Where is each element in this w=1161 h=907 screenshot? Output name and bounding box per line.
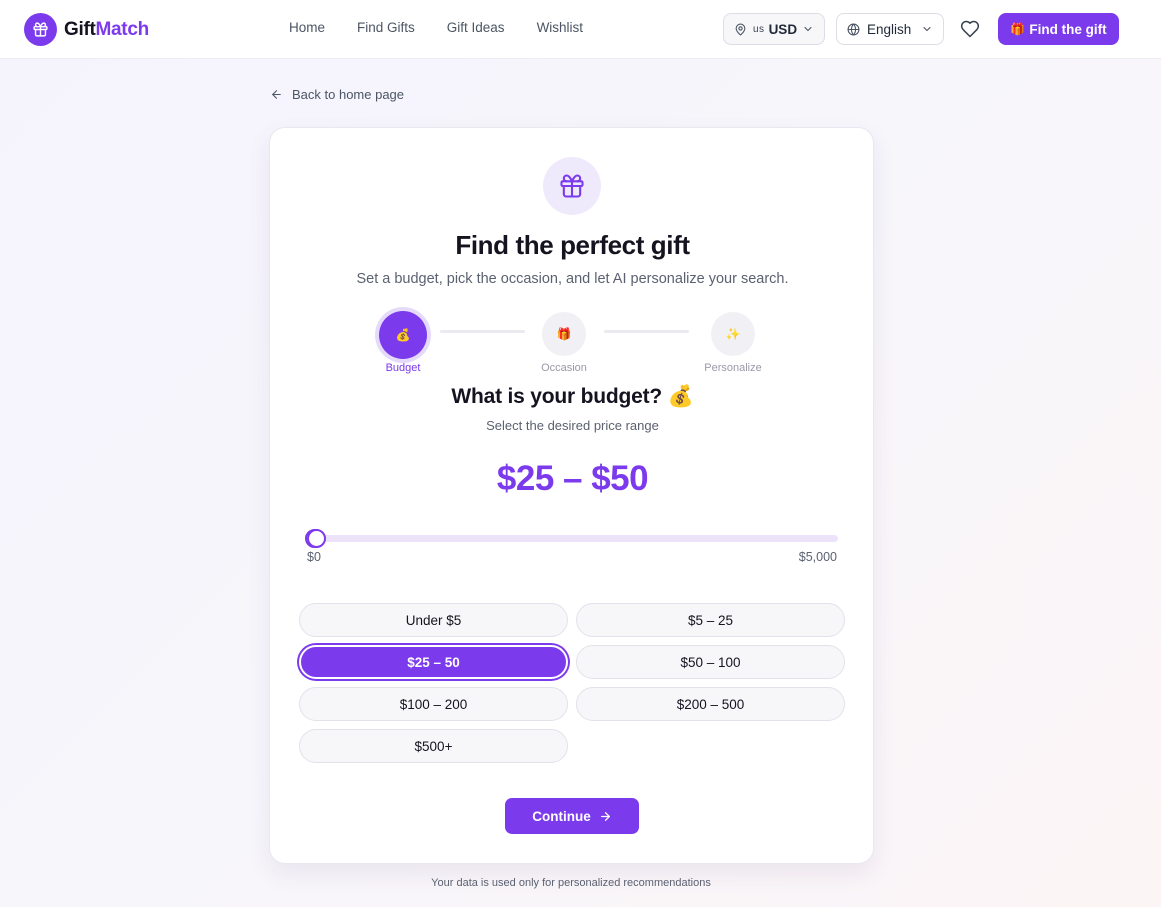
budget-range-display: $25 – $50 — [496, 459, 649, 498]
budget-option[interactable]: $5 – 25 — [576, 603, 845, 637]
country-code: us — [753, 23, 765, 35]
chevron-down-icon — [804, 26, 812, 32]
step-budget[interactable]: 💰 — [379, 311, 427, 359]
find-gift-button-label: Find the gift — [1029, 21, 1107, 37]
nav-gift-ideas[interactable]: Gift Ideas — [447, 20, 505, 35]
currency-code: USD — [768, 21, 798, 37]
gift-emoji-icon: 🎁 — [1010, 22, 1026, 36]
gift-icon — [24, 13, 57, 46]
continue-button-label: Continue — [532, 808, 591, 824]
gift-icon — [543, 157, 601, 215]
brand-name-part1: Gift — [64, 18, 96, 40]
step-personalize[interactable]: ✨ — [711, 312, 755, 356]
continue-button[interactable]: Continue — [505, 798, 639, 834]
step-connector — [604, 330, 689, 333]
budget-options: Under $5 $5 – 25 $25 – 50 $50 – 100 $100 – 2… — [299, 603, 845, 763]
gift-emoji-icon: 🎁 — [556, 327, 572, 341]
slider-min-label: $0 — [307, 550, 321, 564]
back-to-home-link[interactable]: Back to home page — [270, 87, 404, 102]
chevron-down-icon — [923, 26, 931, 32]
nav-wishlist[interactable]: Wishlist — [537, 20, 584, 35]
budget-slider-track[interactable] — [304, 529, 838, 548]
budget-option[interactable]: $500+ — [299, 729, 568, 763]
budget-slider-thumb-high[interactable] — [307, 529, 327, 548]
gift-finder-card: Find the perfect gift Set a budget, pick… — [269, 127, 874, 864]
budget-hint: Select the desired price range — [486, 418, 659, 433]
step-occasion[interactable]: 🎁 — [542, 312, 586, 356]
language-label: English — [867, 21, 912, 37]
nav-home[interactable]: Home — [289, 20, 325, 35]
step-label-budget: Budget — [385, 362, 421, 374]
privacy-note: Your data is used only for personalized … — [431, 877, 711, 889]
step-connector — [440, 330, 525, 333]
heart-icon — [960, 20, 980, 38]
budget-option[interactable]: Under $5 — [299, 603, 568, 637]
budget-option[interactable]: $50 – 100 — [576, 645, 845, 679]
budget-option[interactable]: $25 – 50 — [299, 645, 568, 679]
arrow-left-icon — [272, 90, 281, 99]
map-pin-icon — [735, 23, 746, 35]
budget-question: What is your budget? 💰 — [451, 385, 694, 408]
sparkles-icon: ✨ — [725, 327, 741, 341]
language-selector[interactable]: English — [836, 13, 944, 45]
nav-find-gifts[interactable]: Find Gifts — [357, 20, 415, 35]
budget-option[interactable]: $100 – 200 — [299, 687, 568, 721]
step-label-personalize: Personalize — [704, 362, 762, 374]
currency-selector[interactable]: us USD — [723, 13, 825, 45]
back-link-label: Back to home page — [292, 87, 405, 102]
globe-icon — [847, 23, 860, 35]
wishlist-heart-button[interactable] — [960, 19, 980, 44]
brand-logo[interactable]: GiftMatch — [24, 13, 149, 46]
brand-name: GiftMatch — [64, 19, 149, 41]
budget-option[interactable]: $200 – 500 — [576, 687, 845, 721]
find-gift-button[interactable]: 🎁 Find the gift — [998, 13, 1119, 45]
top-navbar: GiftMatch Home Find Gifts Gift Ideas Wis… — [0, 0, 1161, 59]
money-bag-icon: 💰 — [395, 328, 411, 342]
page-subtitle: Set a budget, pick the occasion, and let… — [356, 271, 789, 287]
step-label-occasion: Occasion — [541, 362, 587, 374]
arrow-right-icon — [600, 811, 610, 821]
main-nav: Home Find Gifts Gift Ideas Wishlist — [289, 20, 615, 35]
brand-name-part2: Match — [95, 18, 150, 40]
slider-max-label: $5,000 — [798, 550, 837, 564]
page-title: Find the perfect gift — [455, 230, 690, 260]
